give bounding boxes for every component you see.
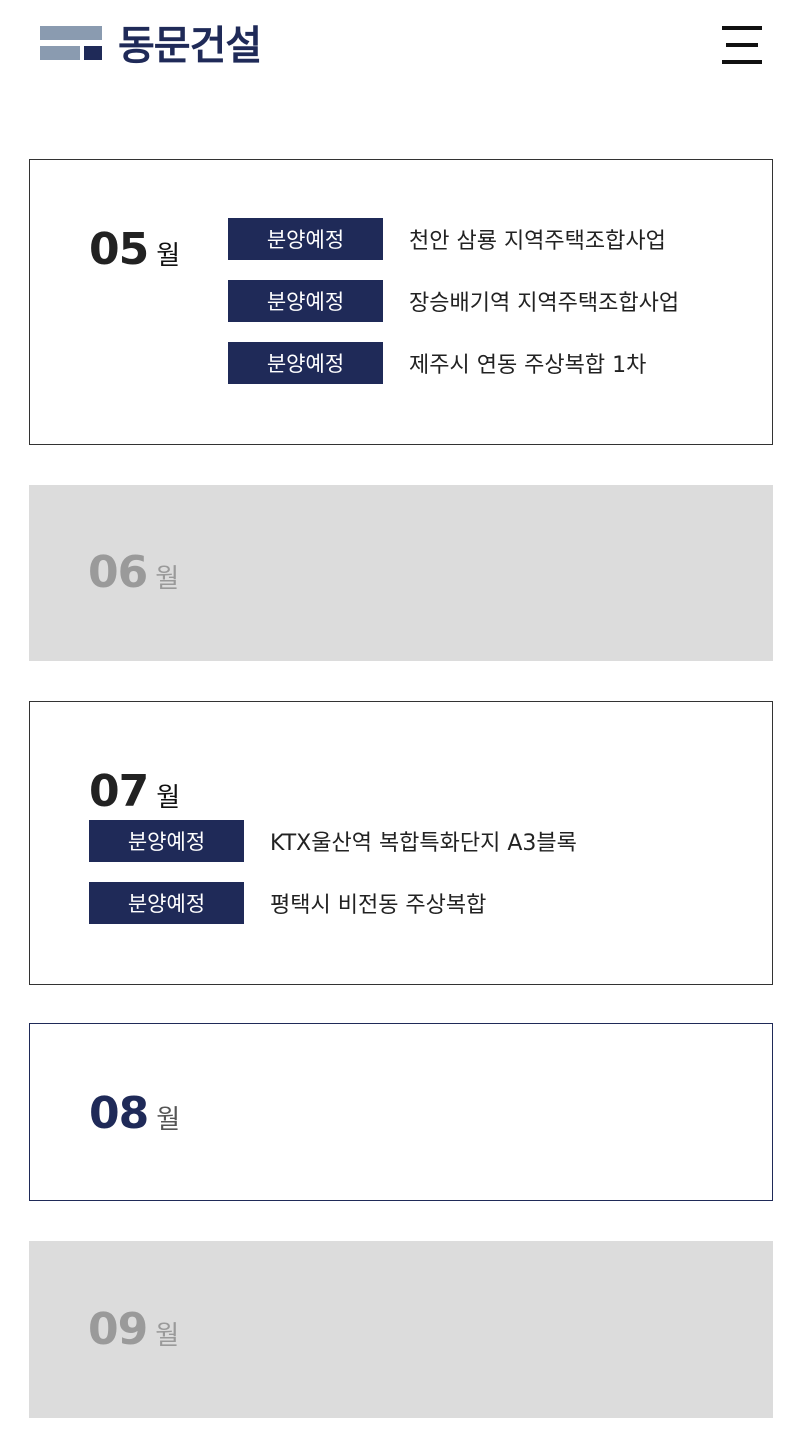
list-item[interactable]: 분양예정 장승배기역 지역주택조합사업	[228, 280, 679, 322]
month-label: 07 월	[89, 766, 180, 817]
status-badge[interactable]: 분양예정	[89, 882, 244, 924]
status-badge[interactable]: 분양예정	[89, 820, 244, 862]
project-title-link[interactable]: 제주시 연동 주상복합 1차	[409, 347, 646, 379]
project-title-link[interactable]: 평택시 비전동 주상복합	[270, 887, 486, 919]
status-badge[interactable]: 분양예정	[228, 280, 383, 322]
month-card-08: 08 월	[29, 1023, 773, 1201]
logo[interactable]: 동문건설	[40, 22, 262, 70]
month-label: 08 월	[89, 1088, 180, 1139]
month-card-05: 05 월 분양예정 천안 삼룡 지역주택조합사업 분양예정 장승배기역 지역주택조…	[29, 159, 773, 445]
logo-mark-icon	[40, 24, 104, 68]
status-badge[interactable]: 분양예정	[228, 218, 383, 260]
status-badge[interactable]: 분양예정	[228, 342, 383, 384]
month-card-07: 07 월 분양예정 KTX울산역 복합특화단지 A3블록 분양예정 평택시 비전동…	[29, 701, 773, 985]
list-item[interactable]: 분양예정 천안 삼룡 지역주택조합사업	[228, 218, 666, 260]
logo-text: 동문건설	[118, 23, 262, 69]
list-item[interactable]: 분양예정 KTX울산역 복합특화단지 A3블록	[89, 820, 577, 862]
month-card-06: 06 월	[29, 485, 773, 661]
list-item[interactable]: 분양예정 평택시 비전동 주상복합	[89, 882, 486, 924]
month-label: 05 월	[89, 224, 180, 275]
project-title-link[interactable]: 천안 삼룡 지역주택조합사업	[409, 223, 666, 255]
project-title-link[interactable]: KTX울산역 복합특화단지 A3블록	[270, 825, 577, 857]
month-card-09: 09 월	[29, 1241, 773, 1418]
site-header: 동문건설	[0, 0, 800, 100]
list-item[interactable]: 분양예정 제주시 연동 주상복합 1차	[228, 342, 646, 384]
hamburger-menu-icon[interactable]	[720, 24, 764, 68]
month-label: 06 월	[88, 547, 179, 598]
project-title-link[interactable]: 장승배기역 지역주택조합사업	[409, 285, 679, 317]
month-label: 09 월	[88, 1304, 179, 1355]
